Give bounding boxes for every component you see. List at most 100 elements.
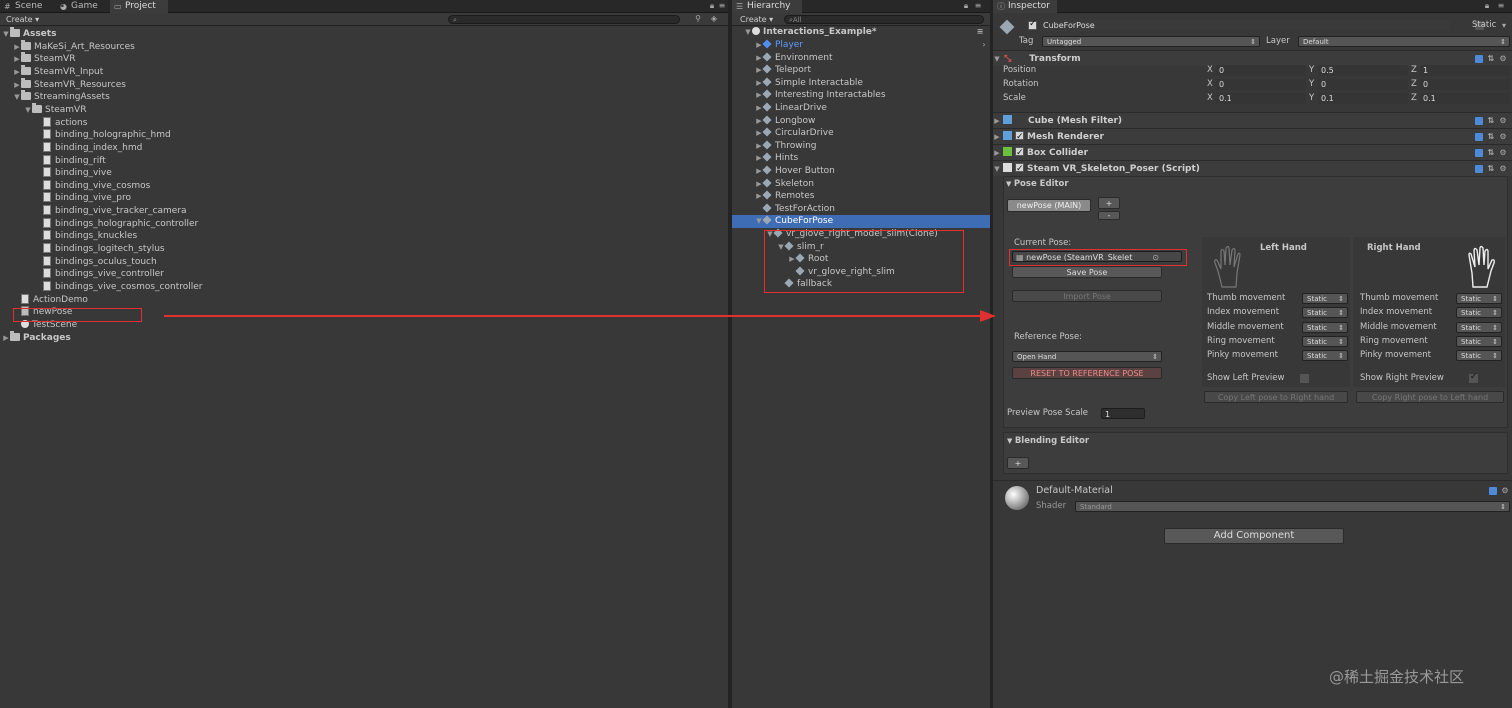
collapsed-arrow-icon[interactable]: ▶ [2, 332, 10, 345]
transform-y-field[interactable]: 0 [1318, 79, 1408, 90]
object-name-field[interactable]: CubeForPose [1040, 20, 1450, 31]
filter-label-icon[interactable]: ◈ [710, 15, 718, 23]
create-dropdown[interactable]: Create ▾ [2, 14, 43, 25]
tab-project[interactable]: ▭ Project [110, 0, 168, 13]
project-tree-item[interactable]: ▼ SteamVR [24, 102, 700, 117]
transform-x-field[interactable]: 0 [1216, 79, 1306, 90]
expand-arrow-icon[interactable]: ▼ [766, 228, 774, 241]
expand-arrow-icon[interactable]: ▼ [24, 104, 32, 117]
project-tree-item[interactable]: bindings_vive_cosmos_controller [35, 281, 700, 294]
create-dropdown[interactable]: Create ▾ [736, 14, 777, 25]
collapsed-arrow-icon[interactable]: ▶ [13, 53, 21, 66]
left-movement-dropdown[interactable]: Static [1302, 335, 1348, 347]
lock-icon[interactable]: 🔒︎ [708, 2, 716, 10]
add-blend-button[interactable]: + [1007, 457, 1029, 469]
hierarchy-item[interactable]: ▼ slim_r [777, 241, 982, 254]
collapsed-arrow-icon[interactable]: ▶ [755, 39, 763, 52]
project-tree-item[interactable]: bindings_logitech_stylus [35, 243, 700, 256]
project-tree-item[interactable]: binding_vive [35, 167, 700, 180]
show-right-preview-checkbox[interactable] [1468, 372, 1478, 383]
tab-hierarchy[interactable]: ☰ Hierarchy [732, 0, 802, 13]
collapsed-arrow-icon[interactable]: ▶ [755, 102, 763, 115]
add-pose-button[interactable]: + [1098, 197, 1120, 209]
collapsed-arrow-icon[interactable]: ▶ [755, 165, 763, 178]
reset-reference-pose-button[interactable]: RESET TO REFERENCE POSE [1012, 367, 1162, 379]
scene-row[interactable]: ▼ Interactions_Example* ≡ [744, 26, 990, 39]
collapsed-arrow-icon[interactable]: ▶ [13, 66, 21, 79]
tab-inspector[interactable]: ⓘ Inspector [993, 0, 1057, 13]
hierarchy-item[interactable]: ▶ Environment [755, 52, 982, 65]
collapsed-arrow-icon[interactable]: ▶ [755, 178, 763, 191]
component-enabled-checkbox[interactable] [1015, 161, 1024, 177]
project-tree-item[interactable]: bindings_oculus_touch [35, 255, 700, 269]
project-tree-item[interactable]: binding_holographic_hmd [35, 129, 700, 142]
project-tree-item[interactable]: binding_rift [35, 154, 700, 168]
hierarchy-item[interactable]: ▶ Root [788, 253, 982, 266]
transform-z-field[interactable]: 0.1 [1420, 93, 1510, 104]
help-book-icon[interactable] [1475, 133, 1483, 141]
project-tree-item[interactable]: ▶ MaKeSi_Art_Resources [13, 39, 700, 54]
collapsed-arrow-icon[interactable]: ▶ [993, 113, 1001, 129]
layer-dropdown[interactable]: Default [1298, 36, 1510, 47]
hierarchy-item[interactable]: vr_glove_right_slim [788, 266, 982, 279]
left-movement-dropdown[interactable]: Static [1302, 293, 1348, 304]
component-header[interactable]: ▶ Cube (Mesh Filter) ⇅ ⚙ [993, 112, 1512, 128]
project-tree-item[interactable]: binding_vive_cosmos [35, 179, 700, 193]
component-header[interactable]: ▼ Steam VR_Skeleton_Poser (Script) ⇅ ⚙ [993, 160, 1512, 177]
project-tree-item[interactable]: bindings_holographic_controller [35, 217, 700, 231]
collapsed-arrow-icon[interactable]: ▶ [13, 79, 21, 92]
transform-z-field[interactable]: 0 [1420, 79, 1510, 90]
expand-arrow-icon[interactable]: ▼ [13, 91, 21, 104]
hierarchy-item[interactable]: ▶ Interesting Interactables [755, 89, 982, 102]
hierarchy-item[interactable]: ▶ Hover Button [755, 165, 982, 178]
project-tree-item[interactable]: ▼ Assets [2, 27, 700, 41]
preview-scale-field[interactable]: 1 [1101, 408, 1145, 419]
collapsed-arrow-icon[interactable]: ▶ [993, 145, 1001, 161]
component-header[interactable]: ▶ Mesh Renderer ⇅ ⚙ [993, 128, 1512, 145]
collapsed-arrow-icon[interactable]: ▶ [755, 152, 763, 165]
hierarchy-item[interactable]: ▶ Hints [755, 152, 982, 165]
project-tree-item[interactable]: binding_vive_tracker_camera [35, 205, 700, 218]
expand-arrow-icon[interactable]: ▼ [777, 241, 785, 254]
hierarchy-item[interactable]: ▼ CubeForPose [732, 215, 990, 228]
project-tree-item[interactable]: bindings_vive_controller [35, 268, 700, 281]
preset-icon[interactable]: ⇅ [1487, 149, 1495, 157]
gear-icon[interactable]: ⚙ [1499, 117, 1507, 125]
collapsed-arrow-icon[interactable]: ▶ [755, 115, 763, 128]
component-header[interactable]: ▶ Box Collider ⇅ ⚙ [993, 144, 1512, 161]
collapsed-arrow-icon[interactable]: ▶ [13, 41, 21, 54]
transform-y-field[interactable]: 0.1 [1318, 93, 1408, 104]
transform-z-field[interactable]: 1 [1420, 65, 1510, 76]
material-gear-icon[interactable]: ⚙ [1501, 487, 1509, 495]
project-tree-item[interactable]: ▶ Packages [2, 330, 700, 345]
add-component-button[interactable]: Add Component [1164, 528, 1344, 544]
help-book-icon[interactable] [1475, 165, 1483, 173]
project-tree-item[interactable]: binding_index_hmd [35, 141, 700, 155]
right-movement-dropdown[interactable]: Static [1456, 307, 1502, 319]
copy-right-to-left-button[interactable]: Copy Right pose to Left hand [1356, 391, 1504, 403]
transform-x-field[interactable]: 0.1 [1216, 93, 1306, 104]
preset-icon[interactable]: ⇅ [1487, 55, 1495, 63]
transform-x-field[interactable]: 0 [1216, 65, 1306, 76]
material-book-icon[interactable] [1489, 487, 1497, 495]
menu-icon[interactable]: ≡ [718, 2, 726, 10]
copy-left-to-right-button[interactable]: Copy Left pose to Right hand [1204, 391, 1348, 403]
object-picker-icon[interactable]: ⊙ [1152, 252, 1159, 261]
project-tree-item[interactable]: actions [35, 116, 700, 130]
preset-icon[interactable]: ⇅ [1487, 117, 1495, 125]
collapsed-arrow-icon[interactable]: ▶ [993, 129, 1001, 145]
expand-arrow-icon[interactable]: ▼ [755, 215, 763, 228]
collapsed-arrow-icon[interactable]: ▶ [788, 253, 796, 266]
component-enabled-checkbox[interactable] [1015, 145, 1024, 161]
remove-pose-button[interactable]: - [1098, 211, 1120, 220]
hierarchy-item[interactable]: ▶ Skeleton [755, 178, 982, 191]
right-movement-dropdown[interactable]: Static [1456, 321, 1502, 333]
gear-icon[interactable]: ⚙ [1499, 149, 1507, 157]
preset-icon[interactable]: ⇅ [1487, 165, 1495, 173]
hierarchy-item[interactable]: ▶ CircularDrive [755, 127, 982, 140]
project-tree-item[interactable]: ▶ SteamVR_Resources [13, 77, 700, 92]
hierarchy-item[interactable]: ▶ Remotes [755, 190, 982, 203]
gear-icon[interactable]: ⚙ [1499, 165, 1507, 173]
project-search-input[interactable]: ⌕ [448, 15, 680, 24]
menu-icon[interactable]: ≡ [1497, 2, 1505, 10]
